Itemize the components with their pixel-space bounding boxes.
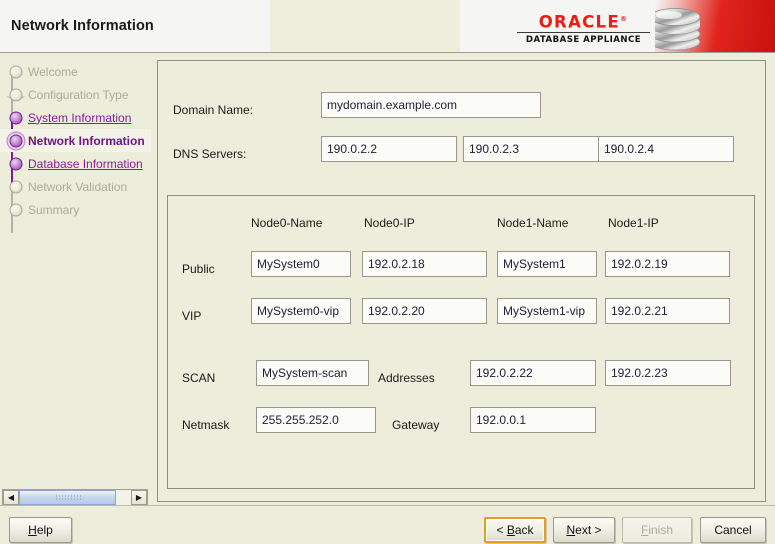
scan-name-input[interactable] <box>256 360 369 386</box>
vip-node0-ip-input[interactable] <box>362 298 487 324</box>
scroll-right-arrow-icon[interactable]: ▶ <box>131 490 147 505</box>
sidebar-item-welcome[interactable]: Welcome <box>0 60 151 83</box>
oracle-logo: ORACLE® DATABASE APPLIANCE <box>516 11 651 45</box>
sidebar-item-label: Configuration Type <box>28 87 129 102</box>
scrollbar-thumb[interactable] <box>19 490 116 505</box>
sidebar-item-database-information[interactable]: Database Information <box>0 152 151 175</box>
oracle-wordmark-text: ORACLE <box>538 12 620 32</box>
scrollbar-track[interactable] <box>19 490 131 505</box>
public-node1-ip-input[interactable] <box>605 251 730 277</box>
row-label-scan: SCAN <box>182 371 216 385</box>
sidebar-item-network-information[interactable]: Network Information <box>0 129 151 152</box>
back-button[interactable]: < Back <box>484 517 546 543</box>
oracle-wordmark: ORACLE® <box>516 11 651 31</box>
sidebar-item-network-validation[interactable]: Network Validation <box>0 175 151 198</box>
domain-name-label: Domain Name: <box>173 103 254 117</box>
sidebar-item-label: Network Validation <box>28 179 128 194</box>
wizard-step-sidebar: Welcome Configuration Type System Inform… <box>0 54 151 491</box>
step-marker-grey-icon <box>4 175 28 198</box>
bottom-divider <box>0 505 775 506</box>
scrollbar-grip-icon <box>54 494 81 501</box>
back-button-label: < Back <box>496 523 534 537</box>
netmask-input[interactable] <box>256 407 376 433</box>
public-node0-ip-input[interactable] <box>362 251 487 277</box>
next-button-label: Next > <box>566 523 602 537</box>
sidebar-item-configuration-type[interactable]: Configuration Type <box>0 83 151 106</box>
vip-node1-ip-input[interactable] <box>605 298 730 324</box>
step-marker-visited-icon <box>4 152 28 175</box>
public-node1-name-input[interactable] <box>497 251 597 277</box>
dns-servers-label: DNS Servers: <box>173 147 247 161</box>
product-name: DATABASE APPLIANCE <box>525 34 642 45</box>
column-header-node0-ip: Node0-IP <box>364 216 415 230</box>
cancel-button[interactable]: Cancel <box>700 517 766 543</box>
gateway-label: Gateway <box>392 418 440 432</box>
node-network-group: Node0-Name Node0-IP Node1-Name Node1-IP … <box>167 195 755 489</box>
scan-address-1-input[interactable] <box>470 360 596 386</box>
wizard-button-bar: Help < Back Next > Finish Cancel <box>0 507 775 544</box>
header-divider <box>0 52 775 53</box>
vip-node1-name-input[interactable] <box>497 298 597 324</box>
sidebar-item-label: Database Information <box>28 156 143 171</box>
step-marker-branch-icon <box>4 83 28 106</box>
scan-addresses-label: Addresses <box>378 371 435 385</box>
sidebar-item-system-information[interactable]: System Information <box>0 106 151 129</box>
database-cylinder-icon <box>655 8 701 51</box>
column-header-node1-ip: Node1-IP <box>608 216 659 230</box>
registered-trademark-icon: ® <box>619 15 629 23</box>
logo-divider <box>517 31 650 33</box>
sidebar-item-label: Network Information <box>28 133 145 148</box>
finish-button: Finish <box>622 517 692 543</box>
help-button-label: Help <box>28 523 53 537</box>
dns-server-1-input[interactable] <box>321 136 457 162</box>
column-header-node0-name: Node0-Name <box>251 216 323 230</box>
public-node0-name-input[interactable] <box>251 251 351 277</box>
finish-button-label: Finish <box>640 523 674 537</box>
page-title: Network Information <box>11 18 154 34</box>
step-marker-current-icon <box>4 129 28 152</box>
brand-banner <box>655 0 775 52</box>
sidebar-item-label: System Information <box>28 110 132 125</box>
row-label-netmask: Netmask <box>182 418 230 432</box>
main-content-panel: Domain Name: DNS Servers: Node0-Name Nod… <box>157 60 766 502</box>
gateway-input[interactable] <box>470 407 596 433</box>
next-button[interactable]: Next > <box>553 517 615 543</box>
sidebar-horizontal-scrollbar[interactable]: ◀ ▶ <box>2 489 148 506</box>
sidebar-item-summary[interactable]: Summary <box>0 198 151 221</box>
step-marker-grey-icon <box>4 198 28 221</box>
top-fields-group: Domain Name: DNS Servers: <box>158 61 765 193</box>
header-accent-block <box>270 0 460 52</box>
cancel-button-label: Cancel <box>714 523 752 537</box>
step-marker-grey-icon <box>4 60 28 83</box>
row-label-vip: VIP <box>182 309 202 323</box>
domain-name-input[interactable] <box>321 92 541 118</box>
column-header-node1-name: Node1-Name <box>497 216 569 230</box>
help-button[interactable]: Help <box>9 517 72 543</box>
step-marker-visited-icon <box>4 106 28 129</box>
dns-server-2-input[interactable] <box>463 136 599 162</box>
scan-address-2-input[interactable] <box>605 360 731 386</box>
app-header: Network Information ORACLE® DATABASE APP… <box>0 0 775 53</box>
sidebar-item-label: Summary <box>28 202 80 217</box>
row-label-public: Public <box>182 262 215 276</box>
vip-node0-name-input[interactable] <box>251 298 351 324</box>
scroll-left-arrow-icon[interactable]: ◀ <box>3 490 19 505</box>
sidebar-item-label: Welcome <box>28 64 78 79</box>
dns-server-3-input[interactable] <box>598 136 734 162</box>
